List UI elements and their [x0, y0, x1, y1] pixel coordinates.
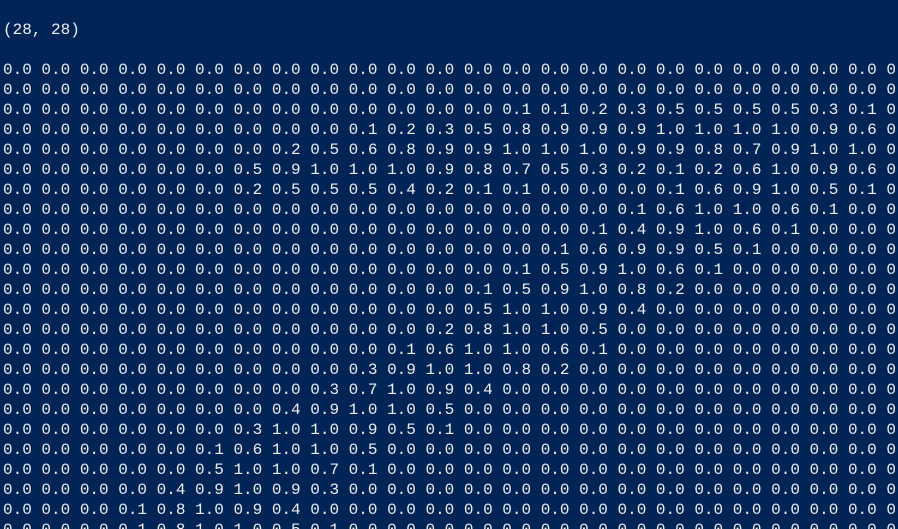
array-shape-label: (28, 28): [3, 21, 80, 39]
terminal-output: (28, 28) 0.0 0.0 0.0 0.0 0.0 0.0 0.0 0.0…: [0, 0, 898, 529]
array-matrix-dump: 0.0 0.0 0.0 0.0 0.0 0.0 0.0 0.0 0.0 0.0 …: [3, 61, 898, 529]
